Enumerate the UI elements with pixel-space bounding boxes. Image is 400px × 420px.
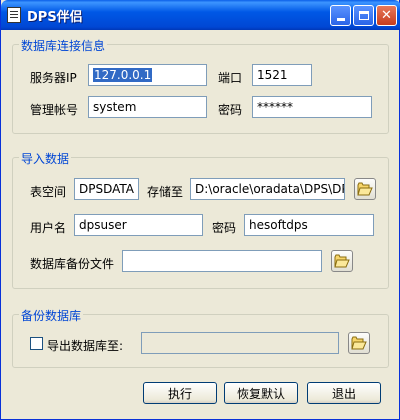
exit-button[interactable]: 退出 [307,382,381,404]
tablespace-label: 表空间 [30,185,67,199]
store-to-input[interactable]: D:\oracle\oradata\DPS\DPS [190,178,345,200]
account-value: system [93,100,137,114]
minimize-button[interactable] [330,5,351,26]
export-checkbox[interactable] [30,337,43,350]
window-title: DPS伴侣 [27,10,83,25]
import-password-label: 密码 [212,221,237,235]
backup-file-label: 数据库备份文件 [30,257,115,271]
maximize-icon [358,11,369,20]
server-ip-input[interactable]: 127.0.0.1 [88,64,207,86]
server-ip-value: 127.0.0.1 [93,68,153,82]
folder-open-icon [334,254,350,268]
username-value: dpsuser [79,218,127,232]
port-label: 端口 [218,71,243,85]
folder-open-icon [351,336,367,350]
execute-button[interactable]: 执行 [143,382,217,404]
account-label: 管理帐号 [30,103,79,117]
username-input[interactable]: dpsuser [74,214,203,236]
app-window: DPS伴侣 ✕ 数据库连接信息 服务器IP 127.0.0.1 端口 1521 … [0,0,400,420]
db-connection-title: 数据库连接信息 [19,37,108,54]
account-input[interactable]: system [88,96,207,118]
tablespace-value: DPSDATA [79,182,135,196]
username-label: 用户名 [30,221,67,235]
maximize-button[interactable] [353,5,374,26]
import-password-input[interactable]: hesoftdps [244,214,374,236]
title-bar[interactable]: DPS伴侣 ✕ [1,0,400,30]
store-to-browse-button[interactable] [354,178,376,200]
restore-default-button[interactable]: 恢复默认 [224,382,298,404]
port-input[interactable]: 1521 [252,64,312,86]
import-title: 导入数据 [19,150,72,167]
import-password-value: hesoftdps [249,218,308,232]
db-password-value: ****** [257,100,293,114]
backup-file-input[interactable] [122,250,322,272]
notepad-icon [7,7,21,23]
tablespace-input[interactable]: DPSDATA [74,178,139,200]
backup-title: 备份数据库 [19,307,84,324]
export-browse-button[interactable] [348,332,370,354]
close-icon: ✕ [381,8,392,23]
store-to-label: 存储至 [147,185,184,199]
export-label[interactable]: 导出数据库至: [47,337,123,354]
export-path-input[interactable] [141,332,339,354]
db-password-input[interactable]: ****** [252,96,372,118]
backup-file-browse-button[interactable] [331,250,353,272]
server-ip-label: 服务器IP [30,71,77,85]
close-button[interactable]: ✕ [376,5,397,26]
folder-open-icon [357,182,373,196]
minimize-icon [336,18,345,21]
db-connection-group: 数据库连接信息 [12,37,389,134]
port-value: 1521 [257,68,288,82]
store-to-value: D:\oracle\oradata\DPS\DPS [195,182,345,196]
db-password-label: 密码 [218,103,243,117]
